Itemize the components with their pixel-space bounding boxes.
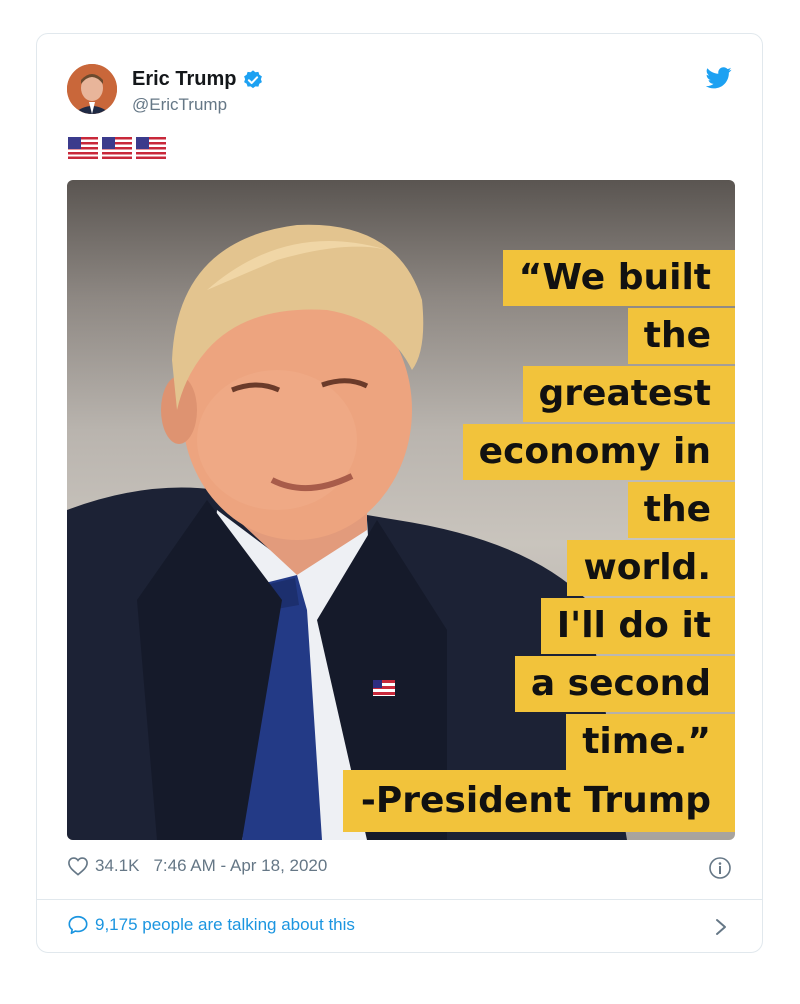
twitter-bird-icon[interactable] [706,67,732,89]
divider [37,899,762,900]
tweet-text-flags [68,137,166,159]
quote-attribution: -President Trump [342,770,735,832]
quote-line: economy in [462,424,735,480]
us-flag-icon [102,137,132,159]
author-name[interactable]: Eric Trump [132,68,264,91]
conversation-link[interactable]: 9,175 people are talking about this [67,914,355,936]
verified-badge-icon [244,69,263,88]
info-icon[interactable] [708,856,732,880]
quote-overlay: “We built the greatest economy in the wo… [67,180,735,840]
like-count[interactable]: 34.1K [95,856,139,876]
author-name-text[interactable]: Eric Trump [132,68,236,91]
chevron-right-icon[interactable] [714,917,728,937]
us-flag-icon [136,137,166,159]
comment-bubble-icon [68,915,88,935]
quote-line: a second [514,656,735,712]
us-flag-icon [68,137,98,159]
avatar[interactable] [67,64,117,114]
quote-line: the [627,308,735,364]
author-handle[interactable]: @EricTrump [132,95,227,115]
quote-line: the [627,482,735,538]
tweet-image[interactable]: “We built the greatest economy in the wo… [67,180,735,840]
heart-icon[interactable] [67,856,89,876]
tweet-card: Eric Trump @EricTrump “We built the grea… [36,33,763,953]
quote-line: “We built [502,250,735,306]
conversation-text[interactable]: 9,175 people are talking about this [95,915,355,935]
tweet-timestamp[interactable]: 7:46 AM - Apr 18, 2020 [153,856,327,876]
tweet-meta: 34.1K 7:46 AM - Apr 18, 2020 [67,856,327,876]
quote-line: I'll do it [540,598,735,654]
quote-line: world. [567,540,735,596]
quote-line: greatest [522,366,735,422]
quote-line: time.” [566,714,735,770]
